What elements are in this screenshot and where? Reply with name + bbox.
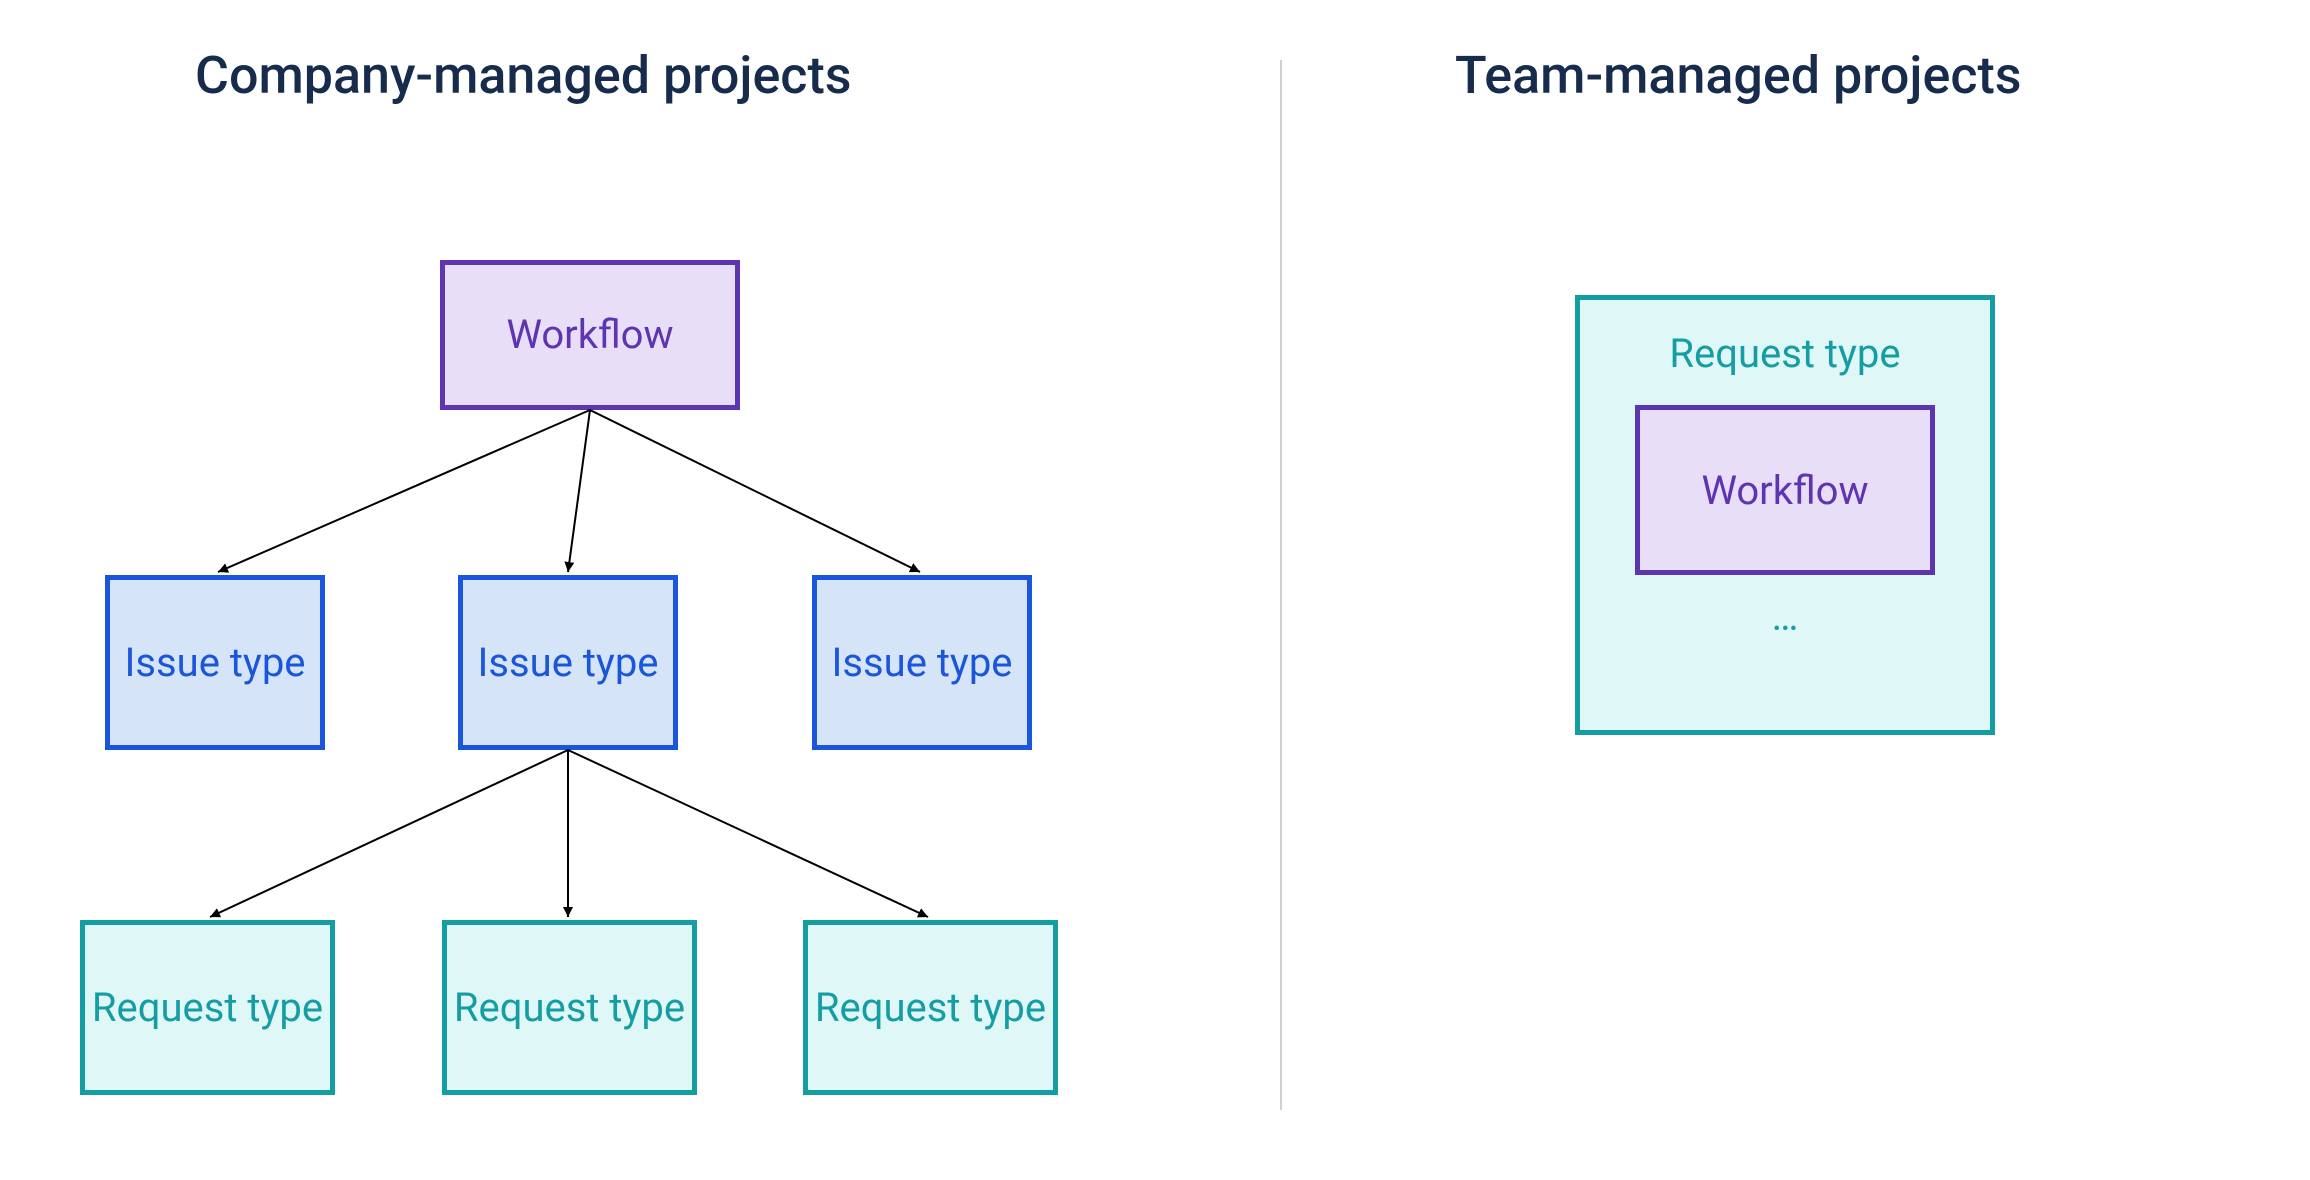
right-heading: Team-managed projects	[1455, 45, 2022, 106]
left-heading: Company-managed projects	[195, 45, 852, 106]
issue-type-box: Issue type	[812, 575, 1032, 750]
nested-workflow-box: Workflow	[1635, 405, 1935, 575]
request-type-container: Request type Workflow …	[1575, 295, 1995, 735]
issue-type-box: Issue type	[458, 575, 678, 750]
vertical-divider	[1280, 60, 1282, 1110]
request-type-box: Request type	[803, 920, 1058, 1095]
request-type-box: Request type	[80, 920, 335, 1095]
workflow-box: Workflow	[440, 260, 740, 410]
diagram-container: Company-managed projects Team-managed pr…	[0, 0, 2310, 1180]
ellipsis-label: …	[1580, 593, 1990, 640]
request-type-label: Request type	[1580, 330, 1990, 377]
issue-type-box: Issue type	[105, 575, 325, 750]
request-type-box: Request type	[442, 920, 697, 1095]
